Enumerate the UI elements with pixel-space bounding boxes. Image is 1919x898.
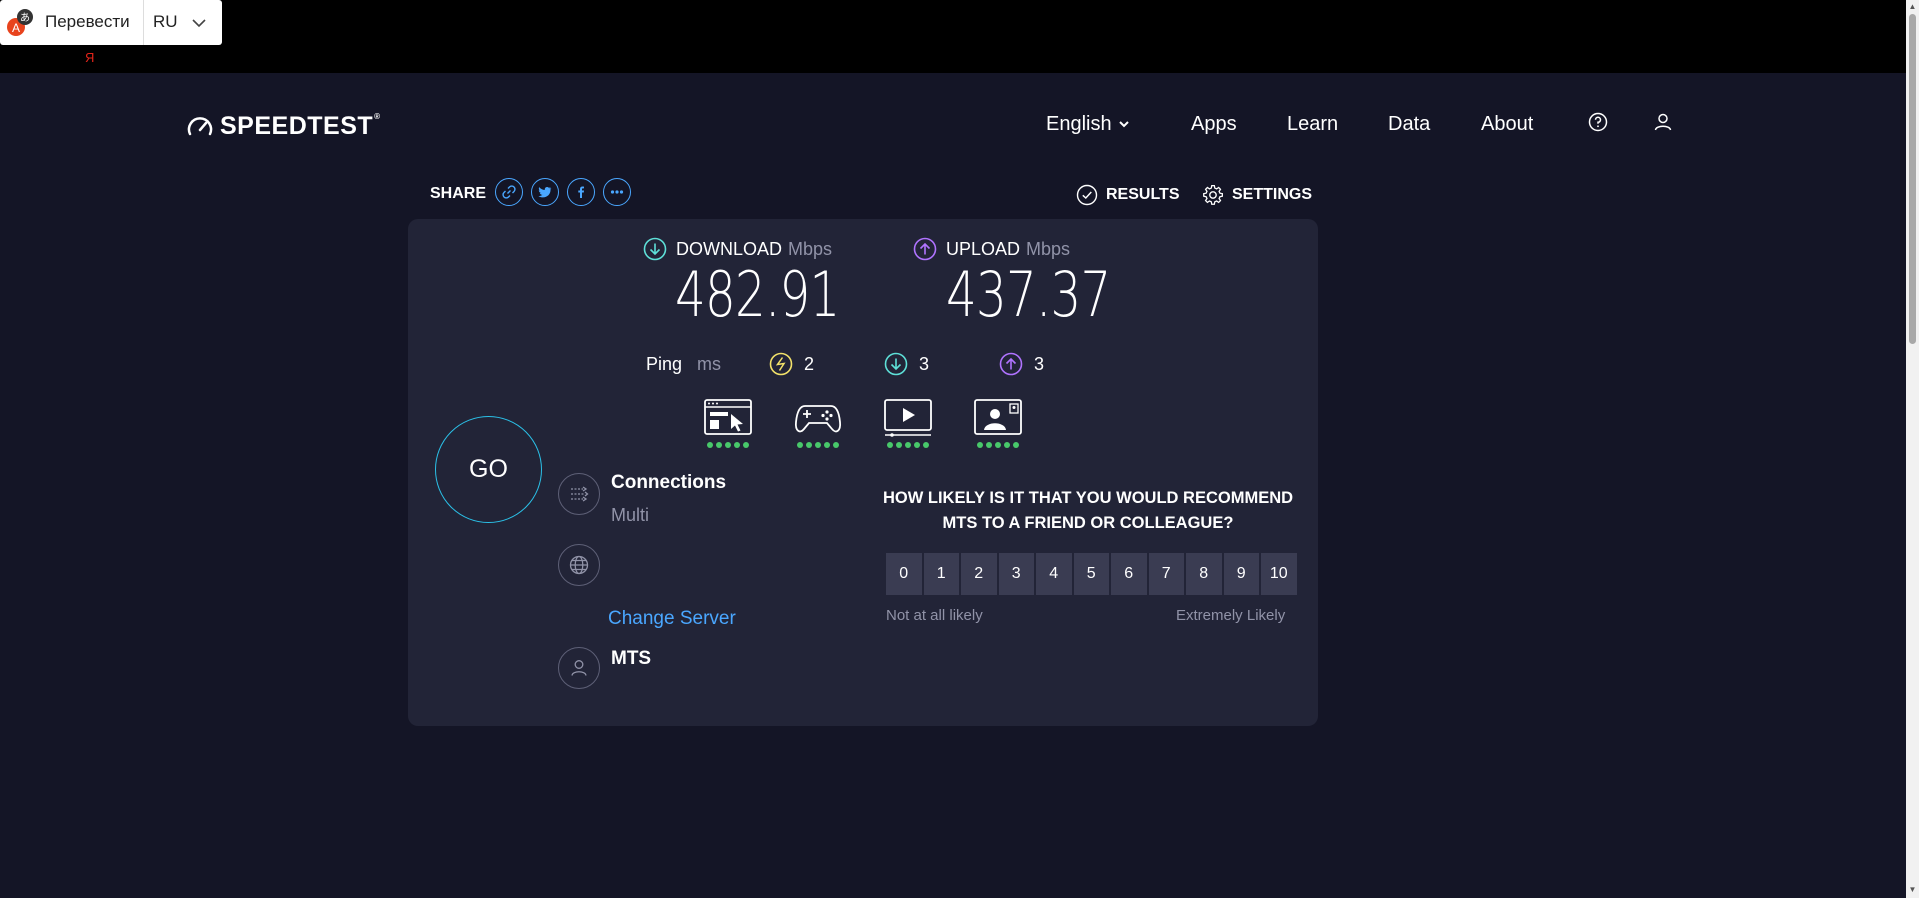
isp-name: MTS (611, 648, 652, 669)
scale-option-4[interactable]: 4 (1036, 553, 1072, 595)
upload-unit: Mbps (1026, 238, 1071, 259)
share-label: SHARE (430, 185, 487, 202)
nav-language-label: English (1046, 112, 1112, 135)
twitter-icon[interactable] (531, 178, 559, 206)
help-icon[interactable] (1588, 112, 1608, 132)
upload-label: UPLOAD (946, 238, 1021, 259)
quality-video-streaming (882, 398, 934, 450)
idle-latency-icon (769, 352, 793, 376)
check-circle-icon (1076, 184, 1098, 206)
change-server-link[interactable]: Change Server (608, 608, 736, 630)
link-icon[interactable] (495, 178, 523, 206)
nav-apps[interactable]: Apps (1191, 113, 1237, 136)
vertical-scrollbar[interactable]: ▲ ▼ (1906, 0, 1919, 898)
gauge-icon (187, 116, 213, 135)
scale-option-2[interactable]: 2 (961, 553, 997, 595)
isp-user-icon (558, 647, 600, 689)
scale-option-9[interactable]: 9 (1223, 553, 1259, 595)
facebook-icon[interactable] (567, 178, 595, 206)
scale-option-8[interactable]: 8 (1186, 553, 1222, 595)
upload-latency-icon (999, 352, 1023, 376)
download-label: DOWNLOAD (676, 238, 783, 259)
ping-idle-value: 2 (804, 354, 815, 374)
download-arrow-icon (643, 237, 667, 261)
video-chat-icon (974, 399, 1022, 435)
ping-unit: ms (697, 354, 721, 374)
scale-option-5[interactable]: 5 (1073, 553, 1109, 595)
translate-icon: A あ (7, 9, 33, 36)
scale-option-7[interactable]: 7 (1148, 553, 1184, 595)
quality-gaming (792, 398, 844, 450)
quality-web-browsing (702, 398, 754, 450)
download-unit: Mbps (788, 238, 833, 259)
survey-question: HOW LIKELY IS IT THAT YOU WOULD RECOMMEN… (882, 489, 1294, 532)
yandex-logo: Я (85, 50, 95, 65)
ping-download-value: 3 (919, 354, 930, 374)
nav-data[interactable]: Data (1388, 113, 1430, 136)
gear-icon (1203, 185, 1223, 205)
translate-widget[interactable]: A あ Перевести RU (0, 0, 222, 45)
globe-icon (558, 544, 600, 586)
video-play-icon (884, 399, 932, 437)
quality-rating (882, 442, 934, 448)
results-button[interactable]: RESULTS (1076, 184, 1179, 206)
download-latency-icon (884, 352, 908, 376)
scale-option-3[interactable]: 3 (998, 553, 1034, 595)
connections-value[interactable]: Multi (611, 505, 649, 526)
quality-rating (702, 442, 754, 448)
web-browsing-icon (704, 399, 752, 435)
user-icon[interactable] (1653, 112, 1673, 132)
scroll-down-arrow[interactable]: ▼ (1908, 885, 1917, 894)
scale-high-label: Extremely Likely (1176, 607, 1286, 624)
logo-text: SPEEDTEST® (220, 112, 381, 140)
more-icon[interactable] (603, 178, 631, 206)
nav-learn[interactable]: Learn (1287, 113, 1338, 136)
chevron-down-icon (1118, 121, 1129, 128)
scroll-up-arrow[interactable]: ▲ (1908, 2, 1917, 11)
results-label: RESULTS (1106, 186, 1180, 203)
gamepad-icon (794, 405, 842, 433)
download-speed-value: 482.91 (675, 258, 840, 331)
quality-rating (972, 442, 1024, 448)
scale-option-6[interactable]: 6 (1111, 553, 1147, 595)
browser-top-band (0, 0, 1919, 73)
translate-divider (143, 0, 144, 45)
connections-title: Connections (611, 472, 727, 493)
scale-option-10[interactable]: 10 (1261, 553, 1297, 595)
quality-rating (792, 442, 844, 448)
svg-text:あ: あ (20, 12, 30, 24)
scrollbar-thumb[interactable] (1909, 14, 1916, 344)
scale-option-0[interactable]: 0 (886, 553, 922, 595)
upload-arrow-icon (913, 237, 937, 261)
nav-language-select[interactable]: English (1046, 113, 1130, 136)
speedtest-logo[interactable]: SPEEDTEST® (186, 112, 381, 141)
translate-button[interactable]: Перевести (45, 12, 130, 32)
connections-icon (558, 473, 600, 515)
ping-upload-value: 3 (1034, 354, 1045, 374)
result-card (408, 219, 1318, 726)
svg-text:A: A (12, 21, 20, 35)
go-button[interactable]: GO (435, 416, 542, 523)
ping-label: Ping (646, 354, 683, 374)
chevron-down-icon[interactable] (190, 14, 208, 32)
scale-low-label: Not at all likely (886, 607, 983, 624)
settings-button[interactable]: SETTINGS (1202, 184, 1312, 206)
nav-about[interactable]: About (1481, 113, 1533, 136)
settings-label: SETTINGS (1232, 186, 1313, 203)
scale-option-1[interactable]: 1 (923, 553, 959, 595)
quality-video-chat (972, 398, 1024, 450)
nps-scale: 0 1 2 3 4 5 6 7 8 9 10 (886, 553, 1297, 595)
translate-language[interactable]: RU (153, 12, 178, 32)
upload-speed-value: 437.37 (946, 258, 1111, 331)
